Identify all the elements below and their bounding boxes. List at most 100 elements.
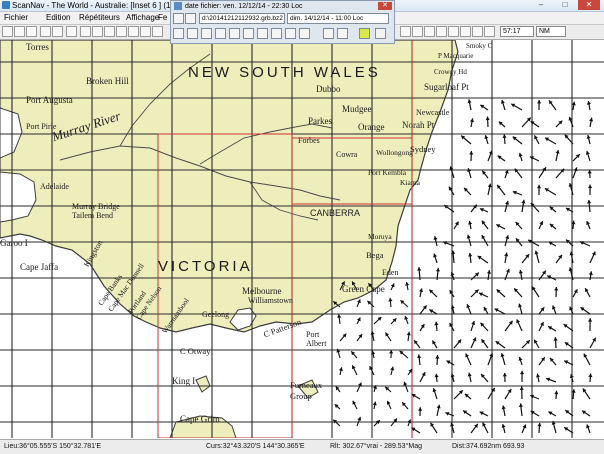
ais-icon[interactable] [460,26,471,37]
grib-panel-row-1: d:\20141212112932.grb.bz2 dim. 14/12/14 … [173,12,392,25]
zoom-fit-icon[interactable] [104,26,115,37]
save-icon[interactable] [14,26,25,37]
unit-combo[interactable]: NM [536,26,566,37]
place-label: Cape Grim [180,414,220,424]
place-label: Melbourne [242,286,282,296]
place-label: Bega [366,250,383,260]
status-bar: Lieu:36°05.555'S 150°32.781'E Curs:32°43… [0,439,604,454]
status-distance: Dist:374.692nm 693.93 [452,440,524,454]
place-label: C Otway [180,346,210,356]
zoom-in-icon[interactable] [80,26,91,37]
temperature-icon[interactable] [257,28,268,39]
grib-panel-title: date fichier: ven. 12/12/14 - 22:30 Loc [185,2,303,11]
place-label: Crowdy Hd [434,68,467,76]
animate-icon[interactable] [285,28,296,39]
scannav-app-icon [2,1,10,9]
place-label: P Macquarie [438,52,473,60]
place-label: Parkes [308,116,332,126]
navigation-icon[interactable] [40,26,51,37]
play-icon[interactable] [299,28,310,39]
grib-icon[interactable] [448,26,459,37]
place-label: Cowra [336,150,357,159]
rain-icon[interactable] [243,28,254,39]
current-arrows-icon[interactable] [271,28,282,39]
waypoint-icon[interactable] [400,26,411,37]
previous-step-icon[interactable] [323,28,334,39]
wind-barb-icon[interactable] [187,28,198,39]
open-chart-icon[interactable] [2,26,13,37]
menu-repetiteurs[interactable]: Répétiteurs [79,12,120,24]
place-label: Port Albert [306,330,336,348]
menu-fenetre[interactable]: Fe [158,12,167,24]
chart-view[interactable]: NEW SOUTH WALES VICTORIA Torres Broken H… [0,40,604,438]
chart-canvas [0,40,604,438]
place-label: Port Augusta [26,95,73,105]
place-label: Sugarloaf Pt [424,82,469,92]
track-icon[interactable] [128,26,139,37]
next-step-icon[interactable] [337,28,348,39]
grib-file-panel[interactable]: date fichier: ven. 12/12/14 - 22:30 Loc … [170,0,395,44]
wind-graph-icon[interactable] [201,28,212,39]
place-label: Forbes [298,136,320,145]
settings-icon[interactable] [484,26,495,37]
grib-file-combo[interactable]: d:\20141212112932.grb.bz2 [199,13,285,24]
mark-icon[interactable] [152,26,163,37]
place-label: Moruya [368,232,392,241]
place-label: Geelong [202,310,229,319]
place-label: Eden [382,268,398,277]
pan-hand-icon[interactable] [116,26,127,37]
status-bearing: Rlt: 302.67°vrai - 289.53°Mag [330,440,422,454]
grib-date-combo[interactable]: dim. 14/12/14 - 11:00 Loc [287,13,389,24]
close-button[interactable]: ✕ [578,0,600,10]
minimize-button[interactable]: – [530,0,552,10]
menu-edition[interactable]: Edition [46,12,70,24]
place-label: Williamstown [248,296,293,305]
alarm-icon[interactable] [472,26,483,37]
place-label: Smoky C [466,42,492,50]
place-label: Cape Jaffa [20,262,58,272]
grib-panel-icon [174,2,182,10]
info-icon[interactable] [359,28,370,39]
print-icon[interactable] [26,26,37,37]
tide-icon[interactable] [412,26,423,37]
grib-panel-close-button[interactable]: ✕ [378,2,392,10]
place-label: Green Cape [342,284,385,294]
place-label: Broken Hill [86,76,129,86]
place-label: Torres [26,42,49,52]
place-label: Wollongong [376,148,413,157]
weather-icon[interactable] [436,26,447,37]
place-label: Tailem Bend [72,211,113,220]
menu-affichage[interactable]: Affichage [126,12,159,24]
region-label-victoria: VICTORIA [158,258,253,275]
zoom-out-icon[interactable] [92,26,103,37]
place-label: Murray Bridge [72,202,120,211]
window-controls: – □ ✕ [530,0,600,11]
route-icon[interactable] [140,26,151,37]
place-label: Orange [358,122,385,132]
place-label: Norah Pt [402,120,434,130]
cursor-arrow-icon[interactable] [173,28,184,39]
place-label: King I [172,376,195,386]
window-title: ScanNav - The World - Australie: [Inset … [12,0,193,11]
place-label: Adelaide [40,182,69,191]
status-cursor: Curs:32°43.320'S 144°30.365'E [206,440,305,454]
place-label: Port Kembla [368,168,406,177]
place-label: Furneaux Group [290,380,332,402]
wave-icon[interactable] [229,28,240,39]
folder-icon[interactable] [173,13,184,24]
globe-icon[interactable] [185,13,196,24]
grib-panel-row-2 [173,27,392,40]
status-position: Lieu:36°05.555'S 150°32.781'E [4,440,101,454]
place-label: Newcastle [416,108,449,117]
maximize-button[interactable]: □ [554,0,576,10]
place-label: Garoo I [0,238,28,248]
menu-fichier[interactable]: Fichier [4,12,28,24]
scale-combo[interactable]: 57:17 [500,26,534,37]
region-label-nsw: NEW SOUTH WALES [188,64,381,81]
pressure-icon[interactable] [215,28,226,39]
place-label: CANBERRA [310,208,360,218]
layers-icon[interactable] [66,26,77,37]
current-icon[interactable] [424,26,435,37]
grib-settings-icon[interactable] [375,28,386,39]
camera-icon[interactable] [52,26,63,37]
